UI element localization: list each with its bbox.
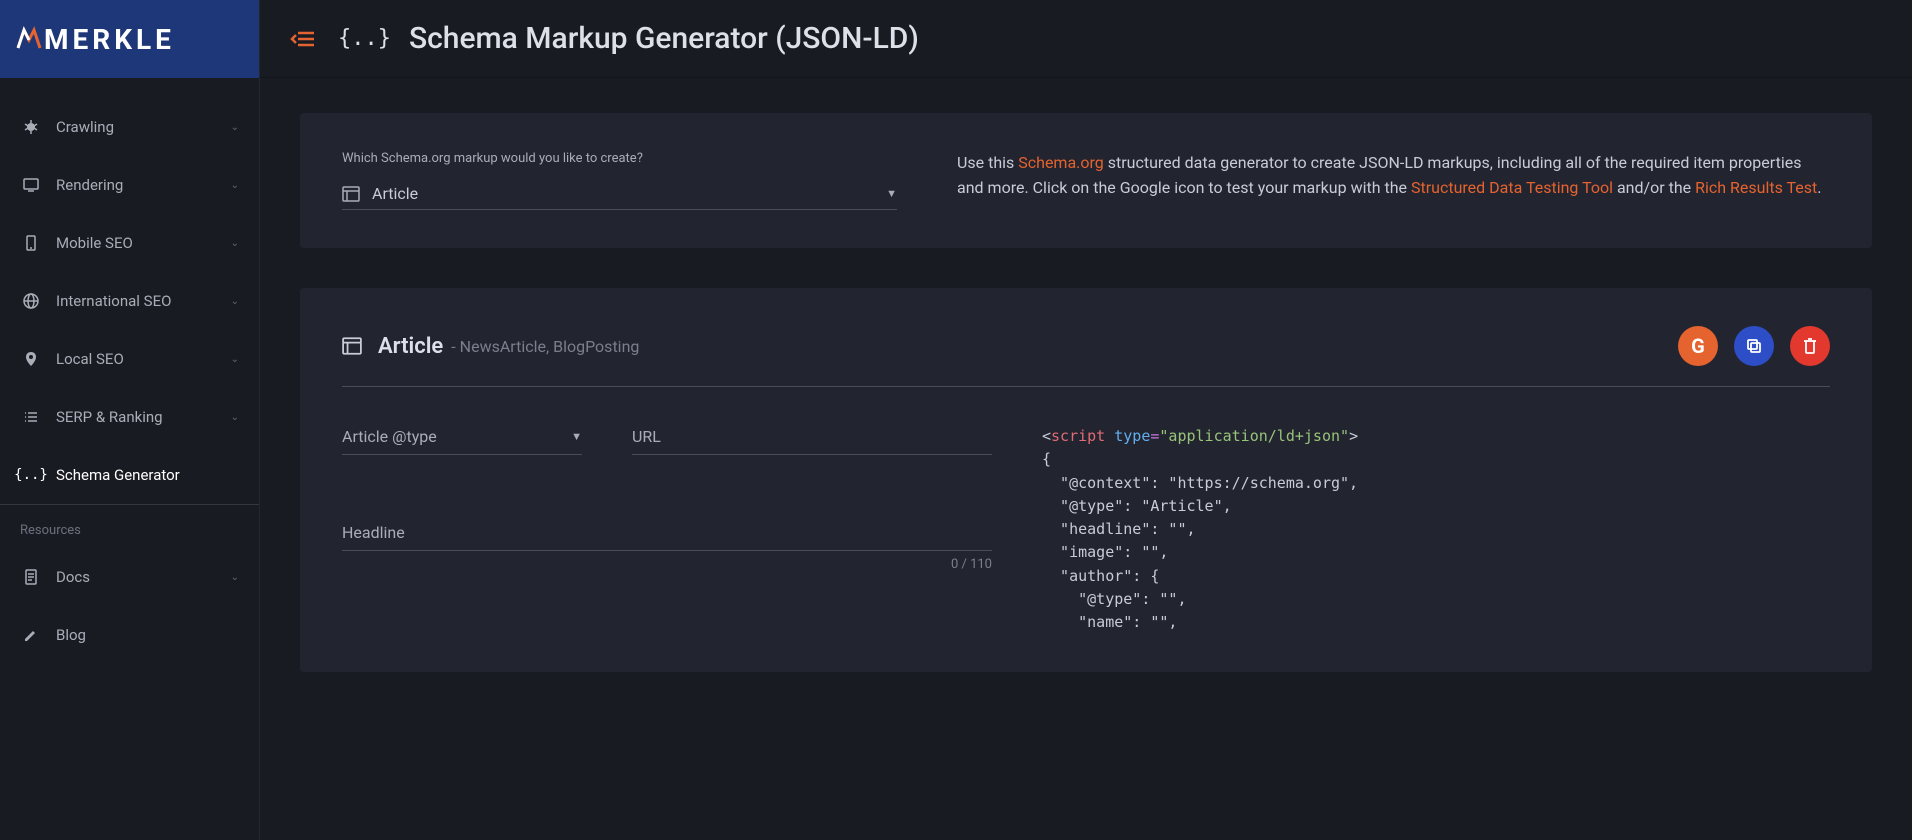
schema-type-select[interactable]: Article ▼ [342,178,897,210]
schema-icon [342,337,362,355]
sidebar-collapse-button[interactable] [290,29,316,49]
sidebar-item-crawling[interactable]: Crawling ⌄ [0,98,259,156]
article-type-select[interactable]: Article @type ▼ [342,419,582,455]
structured-data-testing-tool-link[interactable]: Structured Data Testing Tool [1411,178,1613,197]
sidebar-item-label: Local SEO [56,350,124,368]
schema-select-value: Article [372,184,886,203]
sidebar-item-docs[interactable]: Docs ⌄ [0,548,259,606]
intro-description: Use this Schema.org structured data gene… [957,151,1830,210]
sidebar-item-rendering[interactable]: Rendering ⌄ [0,156,259,214]
brackets-icon: {..} [20,464,42,486]
chevron-down-icon: ⌄ [231,180,239,191]
pin-icon [20,348,42,370]
sidebar-item-schema-generator[interactable]: {..} Schema Generator [0,446,259,505]
sidebar-item-international-seo[interactable]: International SEO ⌄ [0,272,259,330]
sidebar-item-label: SERP & Ranking [56,408,163,426]
sidebar-item-local-seo[interactable]: Local SEO ⌄ [0,330,259,388]
chevron-down-icon: ⌄ [231,122,239,133]
bug-icon [20,116,42,138]
sidebar-item-mobile-seo[interactable]: Mobile SEO ⌄ [0,214,259,272]
resources-section-label: Resources [0,505,259,548]
delete-button[interactable] [1790,326,1830,366]
code-preview: <script type="application/ld+json"> { "@… [1042,419,1830,634]
brackets-icon: {..} [338,26,391,51]
sidebar-item-label: Docs [56,568,90,586]
chevron-down-icon: ⌄ [231,296,239,307]
schema-org-link[interactable]: Schema.org [1018,153,1104,172]
sidebar-item-blog[interactable]: Blog [0,606,259,664]
sidebar-item-serp-ranking[interactable]: SERP & Ranking ⌄ [0,388,259,446]
chevron-down-icon: ⌄ [231,354,239,365]
chevron-down-icon: ⌄ [231,572,239,583]
doc-icon [20,566,42,588]
brand-logo[interactable]: MERKLE [0,0,259,78]
logo-mark-icon [16,26,42,52]
phone-icon [20,232,42,254]
display-icon [20,174,42,196]
globe-icon [20,290,42,312]
nav: Crawling ⌄ Rendering ⌄ Mobile SEO ⌄ Inte… [0,78,259,840]
list-icon [20,406,42,428]
sidebar-item-label: Mobile SEO [56,234,133,252]
schema-select-label: Which Schema.org markup would you like t… [342,151,897,166]
pencil-icon [20,624,42,646]
headline-input[interactable]: Headline [342,515,992,551]
copy-button[interactable] [1734,326,1774,366]
headline-counter: 0 / 110 [342,557,992,572]
article-title: Article [378,334,443,359]
page-title: {..} Schema Markup Generator (JSON-LD) [338,21,919,56]
brand-name: MERKLE [44,23,175,56]
url-input[interactable]: URL [632,419,992,455]
intro-card: Which Schema.org markup would you like t… [300,113,1872,248]
main: {..} Schema Markup Generator (JSON-LD) W… [260,0,1912,840]
chevron-down-icon: ⌄ [231,412,239,423]
rich-results-test-link[interactable]: Rich Results Test [1695,178,1817,197]
content: Which Schema.org markup would you like t… [260,78,1912,747]
dropdown-arrow-icon: ▼ [886,187,897,200]
sidebar-item-label: Rendering [56,176,123,194]
sidebar-item-label: Schema Generator [56,466,180,484]
dropdown-arrow-icon: ▼ [571,430,582,443]
sidebar: MERKLE Crawling ⌄ Rendering ⌄ Mobile SEO… [0,0,260,840]
schema-icon [342,186,360,202]
sidebar-item-label: International SEO [56,292,171,310]
article-card: Article - NewsArticle, BlogPosting G [300,288,1872,672]
topbar: {..} Schema Markup Generator (JSON-LD) [260,0,1912,78]
sidebar-item-label: Crawling [56,118,114,136]
article-header: Article - NewsArticle, BlogPosting G [342,326,1830,387]
sidebar-item-label: Blog [56,626,86,644]
article-form: Article @type ▼ URL Headline 0 / 110 [342,419,992,634]
article-subtitle: - NewsArticle, BlogPosting [451,337,639,356]
google-test-button[interactable]: G [1678,326,1718,366]
chevron-down-icon: ⌄ [231,238,239,249]
